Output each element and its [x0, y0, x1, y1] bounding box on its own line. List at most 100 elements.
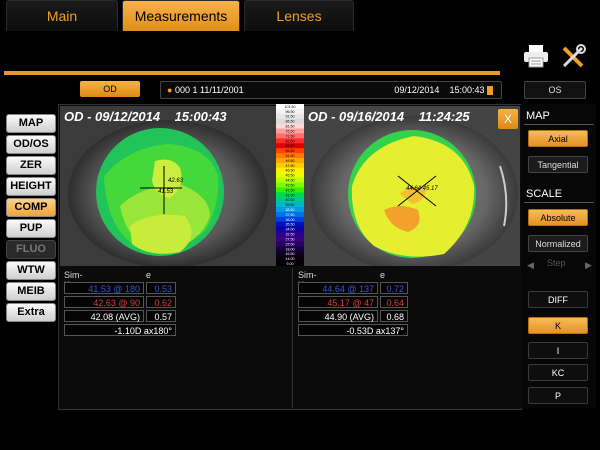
absolute-scale-button[interactable]: Absolute — [528, 209, 588, 226]
left-e-header: e — [146, 270, 152, 280]
scale-value-label: 76.50 — [286, 129, 295, 133]
left-menu-height[interactable]: HEIGHT — [6, 177, 56, 196]
i-button[interactable]: I — [528, 342, 588, 359]
scale-value-label: 35.50 — [286, 223, 295, 227]
scale-value-label: 41.50 — [286, 193, 295, 197]
p-button[interactable]: P — [528, 387, 588, 404]
step-left-arrow-icon[interactable]: ◀ — [527, 260, 534, 271]
scale-value-label: 45.50 — [286, 174, 295, 178]
right-center-label: 44.64 45.17 — [406, 186, 438, 192]
scale-value-label: 18.00 — [286, 247, 295, 251]
scale-heading: SCALE — [526, 188, 563, 200]
right-simk-avg: 44.90 (AVG) — [298, 310, 378, 322]
scale-value-label: 56.50 — [286, 149, 295, 153]
tab-main[interactable]: Main — [6, 0, 118, 31]
normalized-scale-button[interactable]: Normalized — [528, 235, 588, 252]
left-astigmatism: -1.10D ax180° — [64, 324, 176, 336]
od-eye-button[interactable]: OD — [80, 81, 140, 97]
right-map-time: 11:24:25 — [418, 109, 470, 124]
left-simk-flat: 41.53 @ 180 — [64, 282, 144, 294]
k-button[interactable]: K — [528, 317, 588, 334]
right-e-steep: 0.64 — [380, 296, 408, 308]
patient-icon: ● — [167, 85, 173, 95]
left-menu-meib[interactable]: MEIB — [6, 282, 56, 301]
left-e-steep: 0.62 — [146, 296, 176, 308]
right-topography-map[interactable]: 44.64 45.17 OD - 09/16/2014 11:24:25 — [304, 106, 520, 266]
scale-value-label: 81.50 — [286, 125, 295, 129]
scale-value-label: 101.50 — [285, 105, 296, 109]
patient-info: 000 1 11/11/2001 — [174, 85, 244, 95]
left-menu-comp[interactable]: COMP — [6, 198, 56, 217]
tangential-button[interactable]: Tangential — [528, 156, 588, 173]
right-simk-steep: 45.17 @ 47 — [298, 296, 378, 308]
tools-icon[interactable] — [560, 44, 586, 70]
scale-value-label: 38.50 — [286, 208, 295, 212]
table-divider — [292, 268, 293, 408]
axial-button[interactable]: Axial — [528, 130, 588, 147]
scale-value-label: 22.50 — [286, 242, 295, 246]
scale-value-label: 14.00 — [286, 257, 295, 261]
tab-lenses-label: Lenses — [276, 8, 322, 24]
map-heading-divider — [524, 124, 594, 125]
tab-main-label: Main — [46, 8, 78, 24]
scale-value-label: 32.50 — [286, 233, 295, 237]
left-menu-wtw[interactable]: WTW — [6, 261, 56, 280]
os-eye-button[interactable]: OS — [524, 81, 586, 99]
scale-value-label: 27.50 — [286, 237, 295, 241]
scale-value-label: 44.50 — [286, 179, 295, 183]
left-topography-map[interactable]: 42.63 41.53 OD - 09/12/2014 15:00:43 — [60, 106, 276, 266]
app-window: Main Measurements Lenses OD ● 000 1 11/1… — [0, 0, 600, 450]
scale-value-label: 34.00 — [286, 228, 295, 232]
left-menu-fluo: FLUO — [6, 240, 56, 259]
scale-value-label: 86.50 — [286, 120, 295, 124]
scale-value-label: 61.50 — [286, 144, 295, 148]
scale-value-label: 16.50 — [286, 252, 295, 256]
scale-value-label: 9.00 — [287, 262, 294, 266]
patient-info-bar: ● 000 1 11/11/2001 09/12/2014 15:00:43 — [160, 81, 502, 99]
color-scale-legend: 101.5096.5091.5086.5081.5076.5071.5066.5… — [276, 104, 304, 266]
scale-value-label: 39.50 — [286, 203, 295, 207]
left-menu-pup[interactable]: PUP — [6, 219, 56, 238]
scale-value-label: 49.50 — [286, 159, 295, 163]
exam-time: 15:00:43 — [449, 85, 485, 95]
left-map-title: OD - 09/12/2014 15:00:43 — [64, 109, 227, 124]
left-menu-map[interactable]: MAP — [6, 114, 56, 133]
scale-value-label: 43.50 — [286, 183, 295, 187]
left-simk-avg: 42.08 (AVG) — [64, 310, 144, 322]
scale-value-label: 96.50 — [286, 110, 295, 114]
exam-list-icon[interactable] — [487, 86, 493, 96]
right-control-panel — [521, 104, 596, 408]
left-center-label-1: 42.63 — [168, 178, 184, 184]
tab-underline — [4, 71, 500, 75]
printer-icon[interactable] — [523, 44, 549, 68]
left-map-time: 15:00:43 — [174, 109, 227, 124]
right-e-header: e — [380, 270, 386, 280]
tab-measurements[interactable]: Measurements — [122, 0, 240, 31]
scale-heading-divider — [524, 202, 594, 203]
step-label: Step — [547, 258, 566, 268]
close-comparison-button[interactable]: X — [498, 109, 518, 129]
right-map-title: OD - 09/16/2014 11:24:25 — [308, 109, 470, 124]
left-e-flat: 0.53 — [146, 282, 176, 294]
scale-value-label: 36.00 — [286, 218, 295, 222]
right-e-avg: 0.68 — [380, 310, 408, 322]
left-simk-steep: 42.63 @ 90 — [64, 296, 144, 308]
left-menu-extra[interactable]: Extra — [6, 303, 56, 322]
kc-button[interactable]: KC — [528, 364, 588, 381]
scale-value-label: 40.50 — [286, 198, 295, 202]
left-menu-od-os[interactable]: OD/OS — [6, 135, 56, 154]
right-e-flat: 0.72 — [380, 282, 408, 294]
left-center-label-2: 41.53 — [158, 189, 174, 195]
scale-value-label: 47.50 — [286, 164, 295, 168]
step-right-arrow-icon[interactable]: ▶ — [585, 260, 592, 271]
scale-value-label: 51.50 — [286, 154, 295, 158]
left-menu-zer[interactable]: ZER — [6, 156, 56, 175]
scale-value-label: 37.50 — [286, 213, 295, 217]
tab-lenses[interactable]: Lenses — [244, 0, 354, 31]
map-type-heading: MAP — [526, 110, 550, 122]
diff-button[interactable]: DIFF — [528, 291, 588, 308]
scale-value-label: 66.50 — [286, 139, 295, 143]
exam-date: 09/12/2014 — [394, 85, 440, 95]
right-astigmatism: -0.53D ax137° — [298, 324, 408, 336]
scale-value-label: 42.50 — [286, 188, 295, 192]
